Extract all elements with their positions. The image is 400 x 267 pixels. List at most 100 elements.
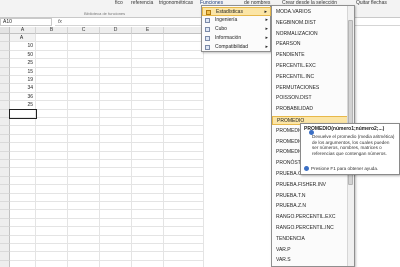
row-header[interactable]	[0, 76, 10, 85]
grid-cell[interactable]	[100, 185, 132, 194]
row-header[interactable]	[0, 202, 10, 211]
grid-cell[interactable]	[10, 202, 36, 211]
row-header[interactable]	[0, 34, 10, 43]
grid-cell[interactable]	[164, 260, 204, 267]
row-header[interactable]	[0, 50, 10, 60]
grid-cell[interactable]	[36, 176, 68, 186]
grid-cell[interactable]	[132, 76, 164, 85]
function-item[interactable]: TENDENCIA	[272, 235, 348, 244]
col-header-e[interactable]: E	[132, 27, 164, 34]
grid-cell[interactable]	[100, 151, 132, 160]
grid-cell[interactable]	[164, 168, 204, 177]
grid-cell[interactable]	[132, 92, 164, 102]
row-header[interactable]	[0, 143, 10, 152]
grid-cell[interactable]	[36, 134, 68, 144]
grid-cell[interactable]	[100, 160, 132, 169]
grid-cell[interactable]	[10, 143, 36, 152]
grid-cell[interactable]	[100, 210, 132, 219]
row-header[interactable]	[0, 235, 10, 244]
grid-cell[interactable]	[36, 252, 68, 261]
grid-cell[interactable]	[36, 92, 68, 102]
grid-cell[interactable]	[164, 193, 204, 202]
grid-cell[interactable]	[36, 76, 68, 85]
grid-cell[interactable]	[100, 218, 132, 228]
grid-cell[interactable]	[100, 118, 132, 127]
grid-cell[interactable]	[100, 244, 132, 253]
row-header[interactable]	[0, 59, 10, 68]
grid-cell[interactable]	[100, 260, 132, 267]
ribbon-item-quitar-flechas[interactable]: Quitar flechas	[356, 0, 387, 6]
grid-cell[interactable]: A	[10, 34, 36, 43]
grid-cell[interactable]	[132, 176, 164, 186]
grid-cell[interactable]	[36, 185, 68, 194]
grid-cell[interactable]	[68, 151, 100, 160]
function-item[interactable]: PERMUTACIONES	[272, 84, 348, 93]
grid-cell[interactable]	[164, 126, 204, 135]
row-header[interactable]	[0, 160, 10, 169]
grid-cell[interactable]	[132, 235, 164, 244]
grid-cell[interactable]	[36, 67, 68, 76]
grid-cell[interactable]	[10, 244, 36, 253]
col-header-f[interactable]	[164, 27, 204, 34]
grid-cell[interactable]	[132, 67, 164, 76]
grid-cell[interactable]	[68, 143, 100, 152]
grid-cell[interactable]	[132, 84, 164, 93]
function-item[interactable]: MODA.VARIOS	[272, 8, 348, 17]
function-item[interactable]: PRUEBA.T.N	[272, 192, 348, 201]
function-item[interactable]: VAR.S	[272, 256, 348, 265]
grid-cell[interactable]	[36, 118, 68, 127]
grid-cell[interactable]	[132, 101, 164, 110]
grid-cell[interactable]	[100, 67, 132, 76]
function-item[interactable]: PEARSON	[272, 40, 348, 49]
grid-cell[interactable]	[164, 185, 204, 194]
row-header[interactable]	[0, 260, 10, 267]
row-header[interactable]	[0, 101, 10, 110]
grid-cell[interactable]	[10, 168, 36, 177]
grid-cell[interactable]	[164, 151, 204, 160]
grid-cell[interactable]	[100, 59, 132, 68]
grid-cell[interactable]	[132, 160, 164, 169]
grid-cell[interactable]	[164, 210, 204, 219]
grid-cell[interactable]	[36, 193, 68, 202]
grid-cell[interactable]	[10, 185, 36, 194]
grid-cell[interactable]	[68, 134, 100, 144]
ribbon-item-trigonometricas[interactable]: trigonométricas	[159, 0, 193, 6]
function-item[interactable]: NEGBINOM.DIST	[272, 19, 348, 28]
row-header[interactable]	[0, 42, 10, 51]
col-header-b[interactable]: B	[36, 27, 68, 34]
grid-cell[interactable]: 10	[10, 42, 36, 51]
row-header[interactable]	[0, 185, 10, 194]
grid-cell[interactable]	[100, 50, 132, 60]
grid-cell[interactable]	[36, 109, 68, 118]
grid-cell[interactable]	[68, 218, 100, 228]
row-header[interactable]	[0, 92, 10, 102]
grid-cell[interactable]	[164, 118, 204, 127]
grid-cell[interactable]	[164, 76, 204, 85]
grid-cell[interactable]	[36, 50, 68, 60]
grid-cell[interactable]	[68, 252, 100, 261]
function-item[interactable]: PENDIENTE	[272, 51, 348, 60]
grid-cell[interactable]	[36, 168, 68, 177]
grid-cell[interactable]	[100, 168, 132, 177]
row-header[interactable]	[0, 84, 10, 93]
menu-item-estadisticas[interactable]: Estadísticas ▸	[202, 7, 271, 16]
menu-item-ingenieria[interactable]: Ingeniería ▸	[202, 16, 271, 25]
grid-cell[interactable]	[100, 143, 132, 152]
grid-cell[interactable]	[10, 118, 36, 127]
grid-cell[interactable]	[164, 218, 204, 228]
function-item[interactable]: RANGO.PERCENTIL.INC	[272, 224, 348, 233]
grid-cell[interactable]	[10, 176, 36, 186]
grid-cell[interactable]	[68, 244, 100, 253]
grid-cell[interactable]	[100, 84, 132, 93]
grid-cell[interactable]: 19	[10, 76, 36, 85]
grid-cell[interactable]	[100, 252, 132, 261]
grid-cell[interactable]	[164, 59, 204, 68]
grid-cell[interactable]	[164, 34, 204, 43]
grid-cell[interactable]	[36, 210, 68, 219]
grid-cell[interactable]	[36, 260, 68, 267]
grid-cell[interactable]	[68, 50, 100, 60]
grid-cell[interactable]	[68, 176, 100, 186]
row-header[interactable]	[0, 252, 10, 261]
grid-cell[interactable]	[132, 151, 164, 160]
row-header[interactable]	[0, 210, 10, 219]
